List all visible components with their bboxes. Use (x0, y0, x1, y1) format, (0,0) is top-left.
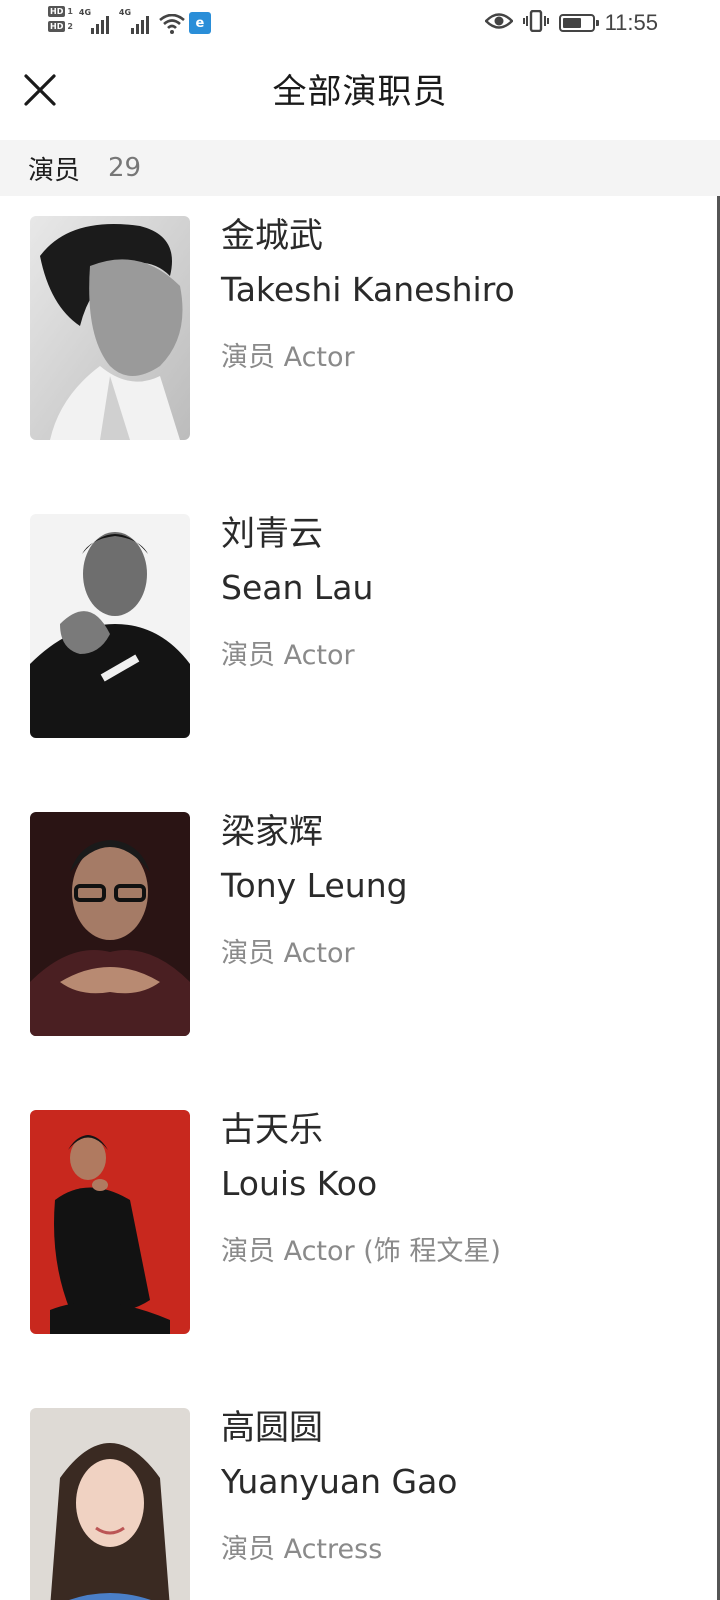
cast-list-item[interactable]: 金城武 Takeshi Kaneshiro 演员 Actor (0, 196, 700, 440)
cast-name-en: Louis Koo (221, 1164, 378, 1203)
cast-list-item[interactable]: 梁家辉 Tony Leung 演员 Actor (0, 792, 700, 1036)
cast-photo (30, 216, 190, 440)
cast-list-item[interactable]: 古天乐 Louis Koo 演员 Actor (饰 程文星) (0, 1090, 700, 1334)
cast-list-screen: HD 1 HD 2 4G 4G e 11:55 全部演职员 演员 29 金城武 … (0, 0, 720, 1600)
cast-info: 刘青云 Sean Lau 演员 Actor (221, 510, 373, 676)
cast-role: 演员 Actor (221, 342, 355, 373)
status-left: HD 1 HD 2 4G 4G e (48, 4, 211, 44)
cast-name-cn: 金城武 (221, 216, 323, 256)
sim-number: 1 (67, 7, 73, 16)
section-label: 演员 (28, 155, 81, 186)
sim-number: 2 (67, 22, 73, 31)
hd-indicators: HD 1 HD 2 (48, 6, 73, 32)
header: 全部演职员 (0, 44, 720, 140)
vibrate-icon (522, 9, 549, 36)
app-badge-letter: e (195, 15, 205, 31)
status-right: 11:55 (483, 9, 658, 36)
cast-name-cn: 梁家辉 (221, 812, 323, 852)
cast-photo (30, 514, 190, 738)
cast-name-en: Sean Lau (221, 568, 374, 607)
signal-icon: 4G (119, 8, 153, 34)
battery-level (562, 18, 581, 28)
cast-photo (30, 1408, 190, 1600)
cast-info: 高圆圆 Yuanyuan Gao 演员 Actress (221, 1404, 457, 1570)
page-title: 全部演职员 (272, 72, 448, 112)
cast-name-cn: 古天乐 (221, 1110, 323, 1150)
hd-label: HD (48, 6, 66, 17)
section-count: 29 (108, 153, 142, 183)
hd-label: HD (48, 21, 66, 32)
cast-info: 梁家辉 Tony Leung 演员 Actor (221, 808, 408, 974)
status-bar: HD 1 HD 2 4G 4G e 11:55 (0, 0, 720, 44)
cast-list-item[interactable]: 高圆圆 Yuanyuan Gao 演员 Actress (0, 1388, 700, 1600)
cast-role: 演员 Actress (221, 1534, 383, 1565)
cast-name-en: Yuanyuan Gao (221, 1462, 458, 1501)
cast-name-cn: 高圆圆 (221, 1408, 323, 1448)
cast-photo (30, 812, 190, 1036)
eye-icon (483, 12, 514, 34)
battery-icon (558, 14, 599, 32)
hd-sim2-icon: HD 2 (48, 21, 73, 32)
wifi-icon (159, 13, 185, 38)
cast-name-en: Tony Leung (221, 866, 408, 905)
cast-role: 演员 Actor (饰 程文星) (221, 1236, 501, 1267)
cast-name-en: Takeshi Kaneshiro (221, 270, 515, 309)
cast-role: 演员 Actor (221, 938, 355, 969)
cast-photo (30, 1110, 190, 1334)
network-type: 4G (78, 8, 92, 17)
network-type: 4G (118, 8, 132, 17)
app-badge-icon: e (188, 12, 211, 34)
clock: 11:55 (604, 10, 658, 35)
signal-icon: 4G (79, 8, 113, 34)
cast-info: 古天乐 Louis Koo 演员 Actor (饰 程文星) (221, 1106, 501, 1272)
cast-list-item[interactable]: 刘青云 Sean Lau 演员 Actor (0, 494, 700, 738)
cast-info: 金城武 Takeshi Kaneshiro 演员 Actor (221, 212, 515, 378)
hd-sim1-icon: HD 1 (48, 6, 73, 17)
cast-list[interactable]: 金城武 Takeshi Kaneshiro 演员 Actor 刘青云 Sean (0, 196, 720, 1600)
section-header: 演员 29 (0, 140, 720, 196)
cast-role: 演员 Actor (221, 640, 355, 671)
cast-name-cn: 刘青云 (221, 514, 323, 554)
